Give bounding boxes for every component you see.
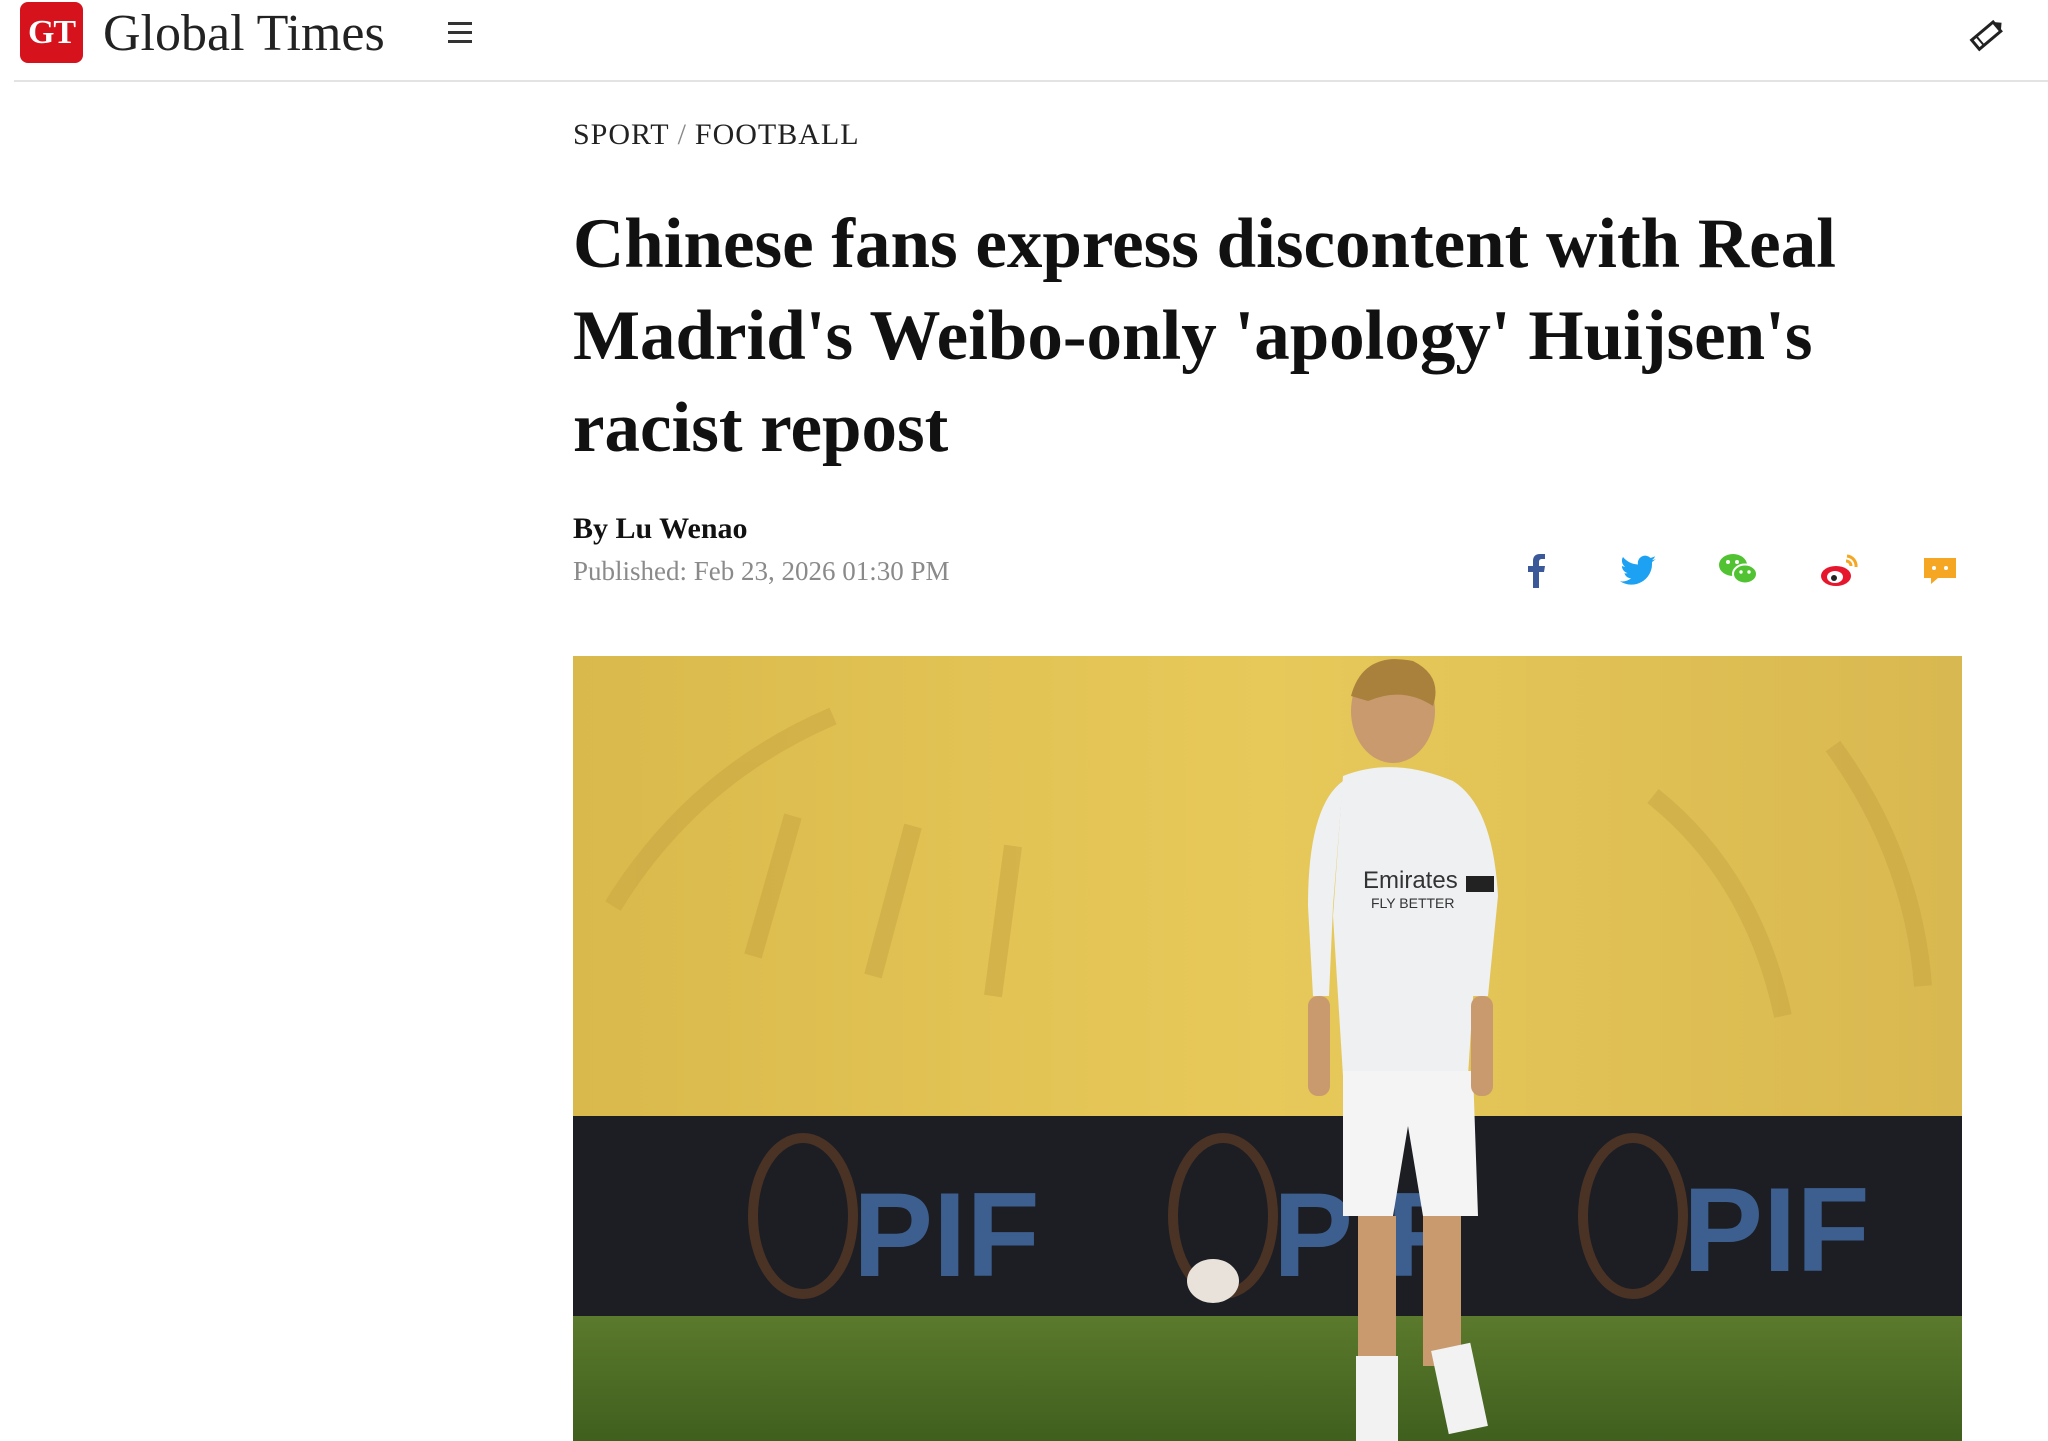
site-logo-text[interactable]: Global Times [103, 4, 385, 64]
comment-icon[interactable] [1918, 548, 1962, 592]
weibo-icon[interactable] [1817, 548, 1861, 592]
facebook-icon[interactable] [1515, 548, 1559, 592]
article-photo: PIF PIF PIF Emirates FLY BETTER [573, 656, 1962, 1441]
site-header: GT Global Times [0, 0, 2048, 82]
article-headline: Chinese fans express discontent with Rea… [573, 205, 1836, 467]
billboard-text-3: PIF [1683, 1163, 1870, 1297]
twitter-icon[interactable] [1616, 548, 1660, 592]
logo-badge[interactable]: GT [20, 2, 83, 63]
pencil-icon[interactable] [1966, 14, 2008, 56]
hamburger-menu-icon[interactable] [440, 16, 480, 52]
breadcrumb-sport[interactable]: SPORT [573, 118, 670, 151]
breadcrumb-football[interactable]: FOOTBALL [695, 118, 860, 151]
breadcrumb: SPORT / FOOTBALL [573, 118, 860, 152]
article-byline: By Lu Wenao [573, 512, 748, 545]
billboard-text-1: PIF [853, 1168, 1040, 1302]
shirt-sponsor: Emirates [1363, 867, 1458, 894]
publish-date: Published: Feb 23, 2026 01:30 PM [573, 556, 950, 586]
wechat-icon[interactable] [1716, 548, 1760, 592]
header-divider [14, 80, 2048, 82]
breadcrumb-separator: / [677, 118, 687, 151]
shirt-sponsor-tagline: FLY BETTER [1371, 895, 1455, 911]
